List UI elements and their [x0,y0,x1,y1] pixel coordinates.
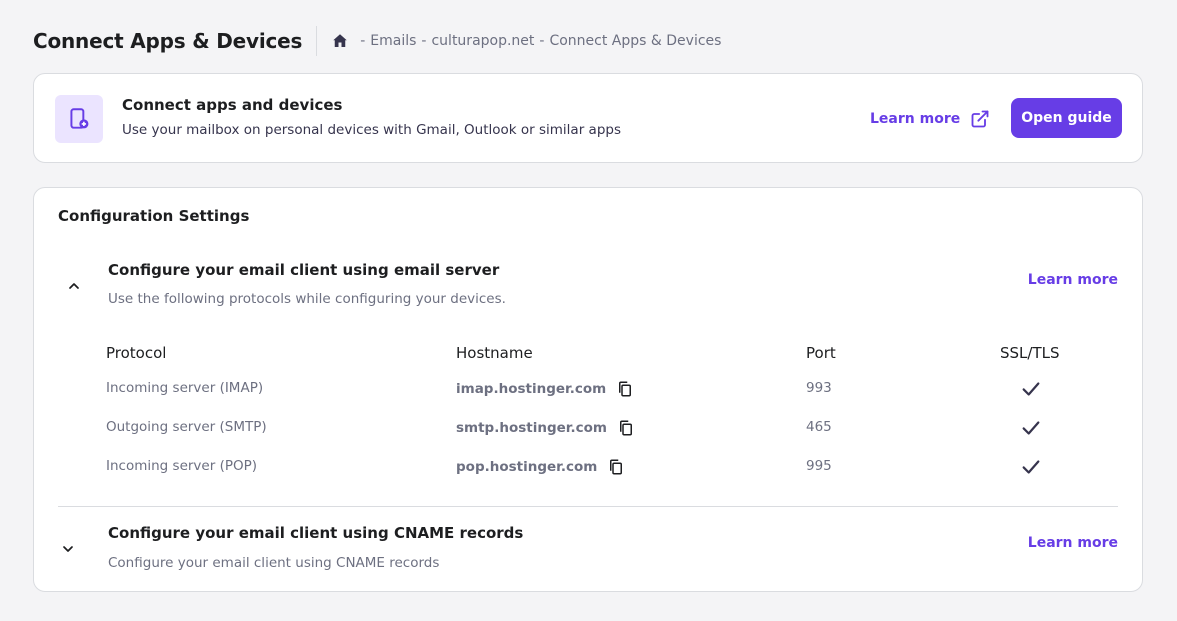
configuration-settings-card: Configuration Settings Configure your em… [33,187,1143,592]
cname-section-subtitle: Configure your email client using CNAME … [108,555,440,571]
server-section-title[interactable]: Configure your email client using email … [108,261,499,279]
copy-icon[interactable] [616,380,634,398]
home-icon[interactable] [331,32,349,50]
server-section-subtitle: Use the following protocols while config… [108,291,506,307]
hostname-cell: smtp.hostinger.com [456,419,635,437]
column-header-port: Port [806,344,836,362]
table-row: Outgoing server (SMTP) smtp.hostinger.co… [34,419,1142,439]
port-cell: 993 [806,380,832,396]
protocol-cell: Incoming server (IMAP) [106,380,264,396]
breadcrumb-separator: - [539,33,545,49]
hostname-cell: imap.hostinger.com [456,380,634,398]
hostname-value: imap.hostinger.com [456,381,607,397]
page-header: Connect Apps & Devices - Emails - cultur… [33,26,721,56]
device-add-icon [55,95,103,143]
table-row: Incoming server (IMAP) imap.hostinger.co… [34,380,1142,400]
breadcrumb-item-current: Connect Apps & Devices [549,33,722,49]
copy-icon[interactable] [607,458,625,476]
hostname-cell: pop.hostinger.com [456,458,625,476]
breadcrumb-item-domain[interactable]: culturapop.net [431,33,534,49]
chevron-down-icon[interactable] [58,539,78,559]
breadcrumb: - Emails - culturapop.net - Connect Apps… [331,32,721,50]
learn-more-link[interactable]: Learn more [870,108,990,130]
open-guide-button[interactable]: Open guide [1011,98,1122,138]
breadcrumb-separator: - [421,33,427,49]
page-title: Connect Apps & Devices [33,29,303,53]
protocol-cell: Incoming server (POP) [106,458,258,474]
learn-more-label: Learn more [870,111,961,127]
chevron-up-icon[interactable] [64,276,84,296]
server-learn-more-link[interactable]: Learn more [1028,272,1118,288]
cname-section-title[interactable]: Configure your email client using CNAME … [108,524,523,542]
hostname-value: smtp.hostinger.com [456,420,607,436]
copy-icon[interactable] [617,419,635,437]
promo-subtitle: Use your mailbox on personal devices wit… [122,122,621,138]
column-header-ssl: SSL/TLS [1000,344,1060,362]
checkmark-icon [1020,378,1042,400]
external-link-icon [970,109,990,129]
column-header-protocol: Protocol [106,344,167,362]
connect-apps-card: Connect apps and devices Use your mailbo… [33,73,1143,163]
header-divider [316,26,318,56]
column-header-hostname: Hostname [456,344,533,362]
protocol-cell: Outgoing server (SMTP) [106,419,267,435]
port-cell: 465 [806,419,832,435]
hostname-value: pop.hostinger.com [456,459,598,475]
section-divider [58,506,1118,507]
promo-title: Connect apps and devices [122,96,343,114]
cname-learn-more-link[interactable]: Learn more [1028,535,1118,551]
table-row: Incoming server (POP) pop.hostinger.com … [34,458,1142,478]
checkmark-icon [1020,456,1042,478]
checkmark-icon [1020,417,1042,439]
breadcrumb-separator: - [360,33,366,49]
port-cell: 995 [806,458,832,474]
config-title: Configuration Settings [58,207,250,225]
breadcrumb-item-emails[interactable]: Emails [370,33,416,49]
